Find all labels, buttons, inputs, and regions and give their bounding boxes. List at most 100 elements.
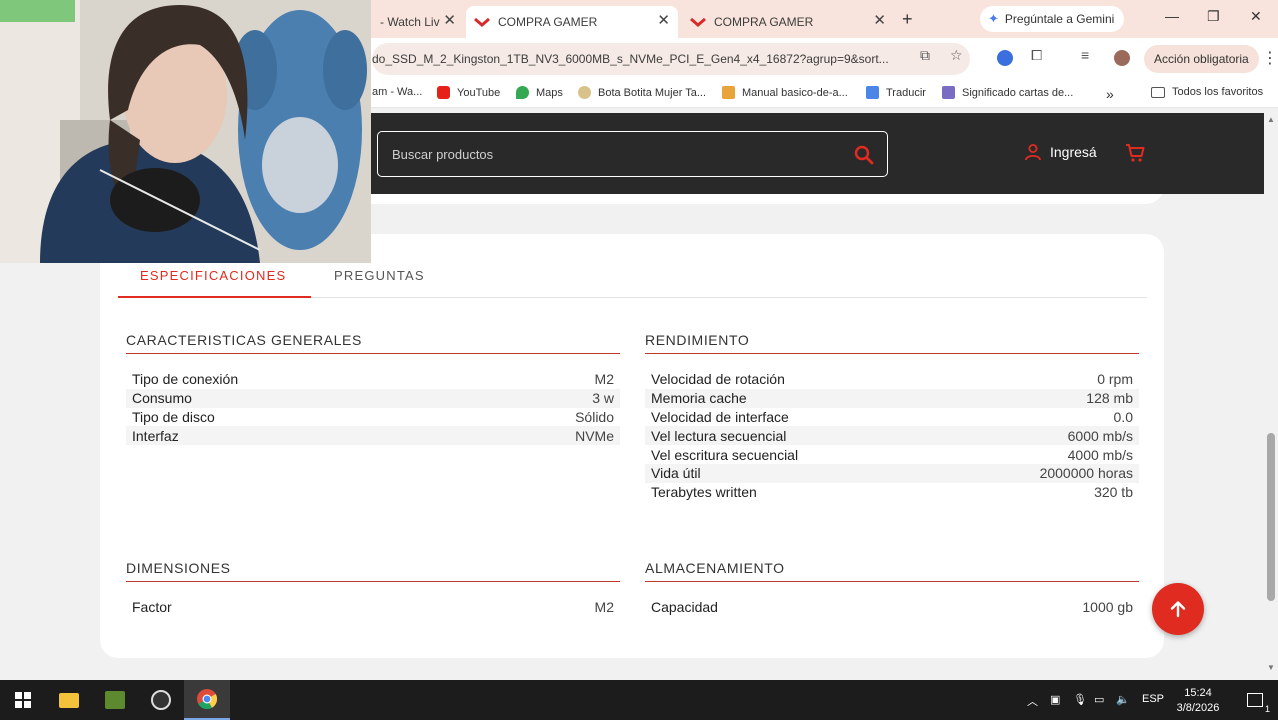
bookmark-item[interactable]: Manual basico-de-a... (722, 86, 848, 99)
clock-date: 3/8/2026 (1176, 702, 1220, 714)
page-scrollbar[interactable]: ▲ ▼ (1264, 113, 1278, 674)
spec-row: Vida útil 2000000 horas (645, 463, 1139, 483)
new-tab-button[interactable]: + (902, 9, 913, 30)
spec-value: 1000 gb (1082, 599, 1133, 616)
cart-icon[interactable] (1124, 142, 1146, 164)
bookmark-traducir[interactable]: Traducir (866, 86, 926, 99)
compra-gamer-favicon-icon (474, 17, 490, 27)
spec-value: M2 (594, 371, 614, 388)
tab-preguntas[interactable]: PREGUNTAS (334, 268, 425, 283)
active-tab-indicator (118, 296, 311, 298)
section-title: ALMACENAMIENTO (645, 560, 1139, 582)
minimize-icon[interactable]: — (1165, 8, 1179, 24)
youtube-icon (437, 86, 450, 99)
url-text: do_SSD_M_2_Kingston_1TB_NV3_6000MB_s_NVM… (372, 52, 889, 66)
scroll-down-arrow-icon[interactable]: ▼ (1267, 663, 1275, 672)
search-input[interactable]: Buscar productos (392, 147, 493, 162)
page-content: ESPECIFICACIONES PREGUNTAS CARACTERISTIC… (0, 194, 1264, 674)
spec-row: Tipo de disco Sólido (126, 408, 620, 427)
chrome-button[interactable] (184, 680, 230, 720)
search-box[interactable]: Buscar productos (377, 131, 888, 177)
translate-icon (866, 86, 879, 99)
bookmark-maps[interactable]: Maps (516, 86, 563, 99)
address-bar[interactable]: do_SSD_M_2_Kingston_1TB_NV3_6000MB_s_NVM… (372, 43, 970, 75)
tab-title: COMPRA GAMER (714, 15, 814, 29)
bookmark-star-icon[interactable]: ☆ (950, 47, 963, 64)
network-icon[interactable]: ▭ (1094, 693, 1104, 706)
meet-now-icon[interactable]: ▣ (1050, 693, 1060, 706)
nvidia-app-button[interactable] (92, 680, 138, 720)
clock[interactable]: 15:24 3/8/2026 (1168, 686, 1228, 716)
spec-row: Consumo 3 w (126, 388, 620, 408)
action-required-label: Acción obligatoria (1154, 52, 1249, 66)
spec-value: 6000 mb/s (1067, 427, 1133, 444)
profile-avatar-icon[interactable] (1114, 50, 1130, 66)
media-queue-icon[interactable]: ≡ (1081, 47, 1089, 63)
maps-pin-icon (516, 86, 529, 99)
bookmarks-overflow-button[interactable]: » (1106, 86, 1114, 102)
install-app-icon[interactable]: ⧉ (920, 47, 930, 64)
menu-kebab-icon[interactable]: ⋮ (1262, 48, 1278, 68)
notification-center-button[interactable]: 1 (1232, 680, 1278, 720)
notification-icon: 1 (1247, 693, 1270, 714)
compra-gamer-favicon-icon (690, 17, 706, 27)
tab-title: COMPRA GAMER (498, 15, 598, 29)
start-button[interactable] (0, 680, 46, 720)
scroll-to-top-button[interactable] (1152, 583, 1204, 635)
close-tab-icon[interactable]: ✕ (443, 13, 456, 29)
user-icon (1025, 144, 1041, 161)
spec-key: Memoria cache (651, 390, 747, 407)
restore-icon[interactable]: ❐ (1207, 8, 1220, 25)
section-generales: CARACTERISTICAS GENERALES Tipo de conexi… (126, 332, 620, 446)
chrome-icon (197, 689, 218, 710)
action-required-button[interactable]: Acción obligatoria (1144, 45, 1259, 73)
tray-chevron-up-icon[interactable]: ︿ (1027, 693, 1038, 709)
chevron-double-right-icon: » (1106, 86, 1114, 102)
spec-value: 0 rpm (1097, 371, 1133, 388)
browser-tab-compra-gamer[interactable]: COMPRA GAMER ✕ (682, 6, 894, 38)
login-label: Ingresá (1050, 144, 1097, 160)
section-title: CARACTERISTICAS GENERALES (126, 332, 620, 354)
scrollbar-thumb[interactable] (1267, 433, 1275, 601)
close-window-icon[interactable]: ✕ (1250, 8, 1262, 25)
bookmark-youtube[interactable]: YouTube (437, 86, 500, 99)
gemini-sparkle-icon: ✦ (988, 11, 999, 26)
gemini-button[interactable]: ✦ Pregúntale a Gemini (980, 6, 1125, 32)
section-dimensiones: DIMENSIONES Factor M2 (126, 560, 620, 617)
file-explorer-button[interactable] (46, 680, 92, 720)
volume-icon[interactable]: 🔈 (1116, 693, 1130, 706)
search-icon[interactable] (853, 144, 875, 166)
shoe-icon (578, 86, 591, 99)
bookmark-item[interactable]: Significado cartas de... (942, 86, 1073, 99)
bookmark-label: Maps (536, 86, 563, 99)
obs-button[interactable] (138, 680, 184, 720)
browser-tab-compra-gamer-active[interactable]: COMPRA GAMER ✕ (466, 6, 678, 38)
spec-row: Vel escritura secuencial 4000 mb/s (645, 445, 1139, 464)
tab-especificaciones[interactable]: ESPECIFICACIONES (140, 268, 286, 283)
browser-tab-watch-live[interactable]: - Watch Liv ✕ (372, 6, 464, 38)
bookmark-item[interactable]: am - Wa... (372, 86, 422, 98)
microphone-icon[interactable]: 🎙 (1073, 693, 1087, 706)
zoom-extension-icon[interactable] (997, 50, 1013, 66)
windows-logo-icon (15, 692, 31, 708)
login-button[interactable]: Ingresá (1024, 143, 1097, 161)
spec-row: Vel lectura secuencial 6000 mb/s (645, 426, 1139, 446)
spec-key: Vel lectura secuencial (651, 427, 787, 444)
spec-rows: Velocidad de rotación 0 rpm Memoria cache… (645, 370, 1139, 502)
spec-key: Tipo de disco (132, 408, 215, 425)
spec-key: Tipo de conexión (132, 371, 239, 388)
extensions-puzzle-icon[interactable]: ⧠ (1031, 47, 1042, 64)
bookmark-item[interactable]: Bota Botita Mujer Ta... (578, 86, 706, 99)
spec-key: Velocidad de interface (651, 408, 789, 425)
spec-row: Factor M2 (126, 598, 620, 617)
spec-rows: Tipo de conexión M2 Consumo 3 w Tipo de di… (126, 370, 620, 446)
scroll-up-arrow-icon[interactable]: ▲ (1267, 115, 1275, 124)
all-favorites-folder[interactable]: Todos los favoritos (1151, 86, 1263, 98)
language-indicator[interactable]: ESP (1142, 693, 1164, 705)
spec-value: M2 (594, 599, 614, 616)
section-title: DIMENSIONES (126, 560, 620, 582)
spec-key: Capacidad (651, 599, 718, 616)
spec-row: Terabytes written 320 tb (645, 483, 1139, 502)
close-tab-icon[interactable]: ✕ (873, 13, 886, 29)
close-tab-icon[interactable]: ✕ (657, 13, 670, 29)
